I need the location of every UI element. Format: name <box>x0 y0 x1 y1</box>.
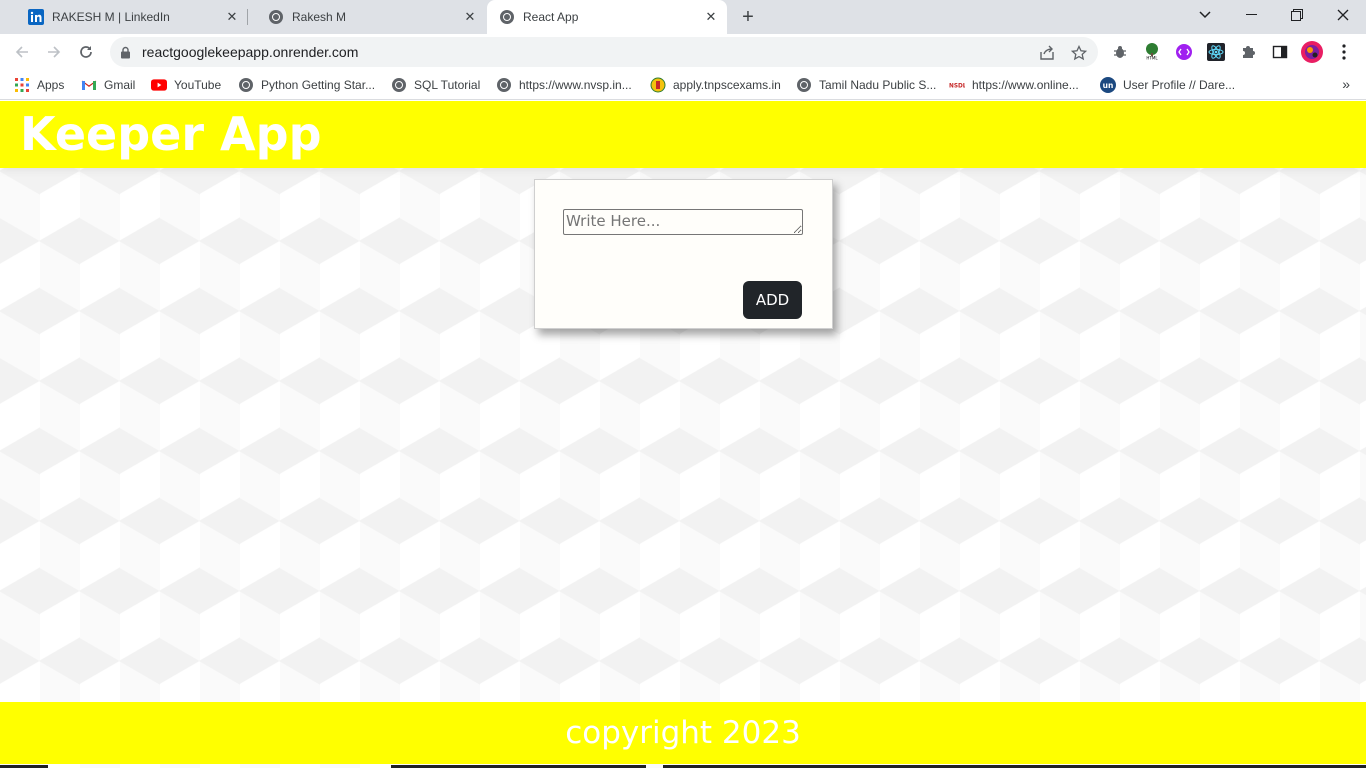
browser-toolbar: reactgooglekeepapp.onrender.com HTML <box>0 34 1366 70</box>
bookmark-label: YouTube <box>174 78 222 92</box>
bookmark-python[interactable]: Python Getting Star... <box>238 76 375 94</box>
bookmark-nsdl[interactable]: NSDL https://www.online... <box>949 76 1079 94</box>
bookmark-apps[interactable]: Apps <box>14 76 64 94</box>
tab-search-icon[interactable] <box>1182 0 1228 30</box>
tab-title: React App <box>523 10 579 24</box>
bookmark-sql-tutorial[interactable]: SQL Tutorial <box>391 76 480 94</box>
bookmark-nvsp[interactable]: https://www.nvsp.in... <box>496 76 632 94</box>
bookmark-label: SQL Tutorial <box>414 78 481 92</box>
gmail-icon <box>81 77 97 93</box>
globe-icon <box>499 9 515 25</box>
profile-avatar[interactable] <box>1301 41 1323 63</box>
bookmark-label: https://www.online... <box>972 78 1079 92</box>
forward-arrow-icon[interactable] <box>41 39 67 65</box>
address-bar[interactable]: reactgooglekeepapp.onrender.com <box>110 37 1098 67</box>
svg-text:un: un <box>1103 81 1114 90</box>
unstop-icon: un <box>1100 77 1116 93</box>
page-content: Keeper App ADD copyright 2023 <box>0 101 1366 768</box>
bookmark-star-icon[interactable] <box>1070 44 1088 62</box>
purple-extension-icon[interactable] <box>1174 42 1194 62</box>
tab-strip: RAKESH M | LinkedIn ✕ Rakesh M ✕ React A… <box>0 0 1366 34</box>
minimize-button[interactable] <box>1228 0 1274 30</box>
nsdl-icon: NSDL <box>949 77 965 93</box>
close-icon[interactable]: ✕ <box>462 9 478 25</box>
close-icon[interactable]: ✕ <box>703 9 719 25</box>
globe-icon <box>268 9 284 25</box>
lock-icon[interactable] <box>120 45 132 59</box>
restore-button[interactable] <box>1274 0 1320 30</box>
react-devtools-icon[interactable] <box>1206 42 1226 62</box>
bookmark-label: User Profile // Dare... <box>1123 78 1236 92</box>
url-text[interactable]: reactgooglekeepapp.onrender.com <box>142 44 358 60</box>
bookmark-gmail[interactable]: Gmail <box>81 76 135 94</box>
linkedin-icon <box>28 9 44 25</box>
globe-icon <box>496 77 512 93</box>
svg-text:HTML: HTML <box>1146 56 1158 61</box>
bookmark-label: Python Getting Star... <box>261 78 376 92</box>
tnpsc-emblem-icon <box>650 77 666 93</box>
note-textarea[interactable] <box>563 209 803 235</box>
create-note-form: ADD <box>534 179 833 329</box>
app-header: Keeper App <box>0 101 1366 168</box>
reload-icon[interactable] <box>73 39 99 65</box>
tab-react-app[interactable]: React App ✕ <box>487 0 727 34</box>
app-title: Keeper App <box>20 107 322 161</box>
bookmark-label: https://www.nvsp.in... <box>519 78 632 92</box>
svg-text:NSDL: NSDL <box>949 84 965 90</box>
apps-grid-icon <box>14 77 30 93</box>
bookmark-label: apply.tnpscexams.in <box>673 78 781 92</box>
bookmark-label: Apps <box>37 78 65 92</box>
bookmark-label: Tamil Nadu Public S... <box>819 78 937 92</box>
tab-title: Rakesh M <box>292 10 347 24</box>
close-icon[interactable]: ✕ <box>224 9 240 25</box>
globe-icon <box>796 77 812 93</box>
tab-rakesh[interactable]: Rakesh M ✕ <box>248 0 486 34</box>
more-bookmarks-chevron-icon[interactable]: » <box>1342 76 1350 92</box>
bookmark-tnpsc[interactable]: apply.tnpscexams.in <box>650 76 781 94</box>
side-panel-icon[interactable] <box>1270 42 1290 62</box>
tab-linkedin[interactable]: RAKESH M | LinkedIn ✕ <box>8 0 248 34</box>
globe-icon <box>391 77 407 93</box>
youtube-icon <box>151 77 167 93</box>
html-tree-extension-icon[interactable]: HTML <box>1142 42 1162 62</box>
bookmark-user-profile[interactable]: un User Profile // Dare... <box>1100 76 1235 94</box>
app-footer: copyright 2023 <box>0 702 1366 764</box>
add-note-button[interactable]: ADD <box>743 281 802 319</box>
globe-icon <box>238 77 254 93</box>
bookmark-youtube[interactable]: YouTube <box>151 76 221 94</box>
bookmarks-bar: Apps Gmail YouTube Python Getting Star..… <box>0 70 1366 100</box>
share-icon[interactable] <box>1038 44 1056 62</box>
tab-title: RAKESH M | LinkedIn <box>52 10 170 24</box>
bookmark-label: Gmail <box>104 78 136 92</box>
kebab-menu-icon[interactable] <box>1334 42 1354 62</box>
puzzle-extensions-icon[interactable] <box>1238 42 1258 62</box>
bookmark-tamil-nadu[interactable]: Tamil Nadu Public S... <box>796 76 936 94</box>
new-tab-button[interactable]: + <box>737 6 759 28</box>
close-window-button[interactable] <box>1320 0 1366 30</box>
bug-extension-icon[interactable] <box>1110 42 1130 62</box>
copyright-text: copyright 2023 <box>565 715 801 751</box>
back-arrow-icon[interactable] <box>9 39 35 65</box>
